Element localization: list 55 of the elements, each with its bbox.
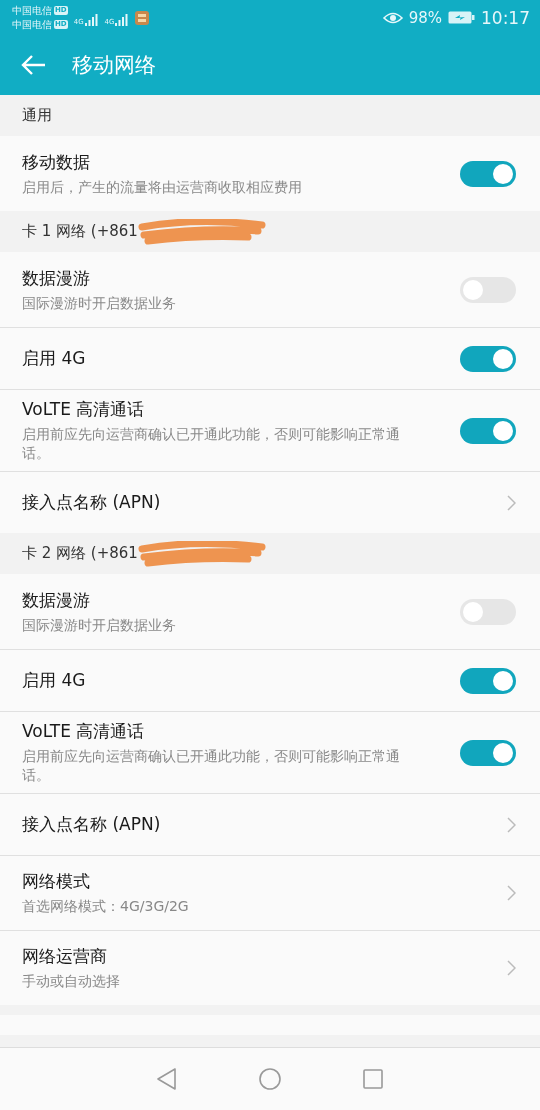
section-header: 卡 2 网络 (+861	[22, 544, 138, 563]
setting-title: 接入点名称 (APN)	[22, 491, 162, 514]
settings-row[interactable]: 启用 4G	[0, 649, 540, 711]
setting-description: 手动或自动选择	[22, 972, 121, 991]
settings-row[interactable]: 启用 4G	[0, 327, 540, 389]
setting-description: 启用前应先向运营商确认已开通此功能，否则可能影响正常通话。	[22, 425, 401, 463]
home-nav-button[interactable]	[259, 1068, 281, 1090]
back-button[interactable]	[20, 54, 46, 76]
setting-description: 启用前应先向运营商确认已开通此功能，否则可能影响正常通话。	[22, 747, 401, 785]
settings-row[interactable]: 接入点名称 (APN)	[0, 793, 540, 855]
battery-icon	[448, 11, 475, 24]
toggle-switch[interactable]	[460, 345, 516, 372]
chevron-right-icon	[507, 885, 516, 901]
setting-title: 移动数据	[22, 150, 91, 174]
settings-row[interactable]: 数据漫游 国际漫游时开启数据业务	[0, 252, 540, 327]
back-nav-button[interactable]	[157, 1068, 177, 1090]
recents-nav-button[interactable]	[363, 1069, 383, 1089]
eye-icon	[382, 10, 403, 25]
setting-title: VoLTE 高清通话	[22, 398, 146, 421]
toggle-switch[interactable]	[460, 667, 516, 694]
section-header: 卡 1 网络 (+861	[22, 222, 138, 241]
settings-row[interactable]: 网络运营商 手动或自动选择	[0, 930, 540, 1005]
setting-title: VoLTE 高清通话	[22, 720, 146, 743]
setting-title: 网络运营商	[22, 945, 108, 968]
chevron-right-icon	[507, 816, 516, 833]
section-header: 通用	[22, 106, 52, 125]
signal-icon	[115, 12, 130, 26]
battery-percentage: 98%	[408, 8, 442, 27]
setting-title: 数据漫游	[22, 266, 91, 290]
setting-title: 启用 4G	[22, 669, 87, 692]
setting-title: 启用 4G	[22, 347, 87, 370]
setting-description: 首选网络模式：4G/3G/2G	[22, 897, 190, 916]
setting-title: 接入点名称 (APN)	[22, 813, 162, 836]
setting-title: 数据漫游	[22, 588, 91, 612]
toggle-switch[interactable]	[460, 417, 516, 444]
toggle-switch[interactable]	[460, 276, 516, 303]
app-icon	[135, 10, 150, 25]
settings-row[interactable]: VoLTE 高清通话 启用前应先向运营商确认已开通此功能，否则可能影响正常通话。	[0, 389, 540, 471]
signal-icon	[84, 12, 99, 26]
setting-title: 网络模式	[22, 870, 91, 893]
toggle-switch[interactable]	[460, 739, 516, 766]
setting-description: 国际漫游时开启数据业务	[22, 615, 177, 635]
chevron-right-icon	[507, 494, 516, 511]
toggle-switch[interactable]	[460, 160, 516, 187]
clock: 10:17	[481, 7, 530, 28]
setting-description: 国际漫游时开启数据业务	[22, 293, 177, 313]
settings-row[interactable]: 数据漫游 国际漫游时开启数据业务	[0, 574, 540, 649]
toggle-switch[interactable]	[460, 598, 516, 625]
settings-row[interactable]: 接入点名称 (APN)	[0, 471, 540, 533]
settings-row[interactable]: 移动数据 启用后，产生的流量将由运营商收取相应费用	[0, 136, 540, 211]
setting-description: 启用后，产生的流量将由运营商收取相应费用	[22, 177, 303, 197]
page-title: 移动网络	[72, 52, 156, 79]
settings-row[interactable]: 网络模式 首选网络模式：4G/3G/2G	[0, 855, 540, 930]
settings-row[interactable]: VoLTE 高清通话 启用前应先向运营商确认已开通此功能，否则可能影响正常通话。	[0, 711, 540, 793]
chevron-right-icon	[507, 960, 516, 976]
